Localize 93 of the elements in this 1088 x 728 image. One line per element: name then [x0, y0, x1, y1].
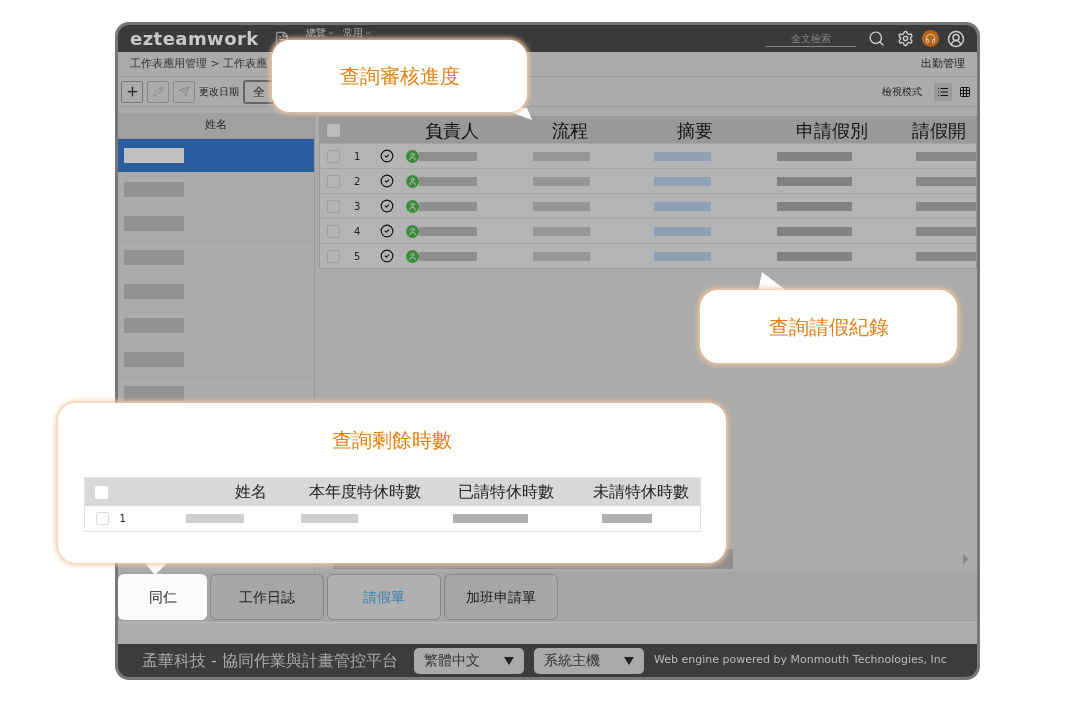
row-number: 5: [353, 249, 362, 264]
redacted-bar: [532, 251, 590, 261]
module-title: 出勤管理: [921, 55, 965, 72]
redacted-bar: [653, 151, 711, 161]
redacted-bar: [124, 352, 184, 367]
breadcrumb: 工作表應用管理 > 工作表應: [130, 55, 268, 72]
column-header: 請假開: [912, 118, 966, 143]
redacted-bar: [185, 514, 244, 523]
redacted-bar: [601, 514, 652, 523]
redacted-bar: [419, 151, 478, 161]
nav-menu[interactable]: 總覽: [306, 27, 335, 39]
redacted-bar: [419, 251, 478, 261]
redacted-bar: [532, 226, 590, 236]
redacted-bar: [653, 176, 711, 186]
column-header: 本年度特休時數: [307, 481, 422, 503]
redacted-bar: [419, 176, 478, 186]
server-select[interactable]: 系統主機: [533, 647, 644, 674]
callout-title: 查詢請假紀錄: [768, 313, 889, 341]
column-header: 流程: [550, 118, 589, 143]
column-header: 未請特休時數: [591, 481, 690, 503]
language-select[interactable]: 繁體中文: [413, 647, 524, 674]
checkbox[interactable]: [327, 123, 340, 137]
check-circle-icon: [380, 174, 395, 188]
search-field[interactable]: 全文檢索: [766, 30, 856, 47]
plus-icon: [124, 84, 140, 99]
person-icon: [406, 249, 420, 263]
send-icon: [178, 86, 190, 97]
redacted-bar: [419, 226, 478, 236]
redacted-bar: [124, 386, 184, 401]
redacted-bar: [532, 176, 590, 186]
list-view-button[interactable]: [934, 82, 952, 101]
column-header: 摘要: [675, 118, 714, 143]
headset-icon[interactable]: [922, 30, 939, 47]
list-icon: [937, 85, 949, 98]
redacted-bar: [532, 151, 590, 161]
person-icon: [406, 149, 420, 163]
column-header: 姓名: [233, 481, 268, 503]
tab[interactable]: 加班申請單: [444, 574, 558, 620]
redacted-bar: [124, 148, 184, 163]
person-icon: [406, 224, 420, 238]
pencil-icon: [152, 86, 164, 97]
redacted-bar: [532, 201, 590, 211]
redacted-bar: [419, 201, 478, 211]
scroll-right-icon[interactable]: [963, 554, 969, 564]
credit-text: Web engine powered by Monmouth Technologies, Inc: [653, 652, 947, 669]
caret-icon: [364, 29, 372, 37]
redacted-bar: [653, 226, 711, 236]
add-button[interactable]: [121, 80, 143, 103]
row-number: 1: [119, 512, 127, 526]
redacted-bar: [653, 201, 711, 211]
send-button[interactable]: [173, 80, 195, 103]
redacted-bar: [124, 216, 184, 231]
person-icon: [406, 199, 420, 213]
row-number: 4: [353, 224, 362, 239]
row-number: 1: [353, 149, 362, 164]
logo: ezteamwork: [130, 27, 260, 51]
date-label: 更改日期: [199, 85, 239, 99]
check-circle-icon: [380, 249, 395, 263]
redacted-bar: [916, 176, 976, 186]
redacted-bar: [916, 251, 976, 261]
check-circle-icon: [380, 224, 395, 238]
column-header: 已請特休時數: [457, 481, 556, 503]
redacted-bar: [653, 251, 711, 261]
person-icon: [406, 174, 420, 188]
redacted-bar: [916, 201, 976, 211]
column-header: 負責人: [424, 118, 480, 143]
callout-title: 查詢剩餘時數: [332, 427, 452, 454]
redacted-bar: [916, 151, 976, 161]
check-circle-icon: [380, 199, 395, 213]
staff-row[interactable]: [118, 139, 314, 173]
company-name: 孟華科技 - 協同作業與計畫管控平台: [142, 649, 398, 672]
view-mode-label: 檢視模式: [882, 85, 922, 99]
check-circle-icon: [380, 149, 395, 163]
redacted-bar: [124, 284, 184, 299]
callout-title: 查詢審核進度: [339, 63, 460, 90]
caret-icon: [327, 29, 335, 37]
checkbox[interactable]: [94, 485, 108, 499]
tab[interactable]: 工作日誌: [210, 574, 324, 620]
search-icon[interactable]: [868, 30, 885, 47]
redacted-bar: [124, 318, 184, 333]
grid-icon: [959, 85, 971, 98]
redacted-bar: [124, 250, 184, 265]
row-number: 2: [353, 174, 362, 189]
redacted-bar: [300, 514, 358, 523]
redacted-bar: [916, 226, 976, 236]
user-icon[interactable]: [947, 29, 965, 48]
row-number: 3: [353, 199, 362, 214]
nav-menu[interactable]: 常用: [343, 27, 372, 39]
tab[interactable]: 同仁: [118, 574, 207, 620]
settings-icon[interactable]: [897, 30, 914, 47]
redacted-bar: [124, 182, 184, 197]
column-header: 申請假別: [795, 118, 869, 143]
column-header: 姓名: [118, 113, 314, 139]
